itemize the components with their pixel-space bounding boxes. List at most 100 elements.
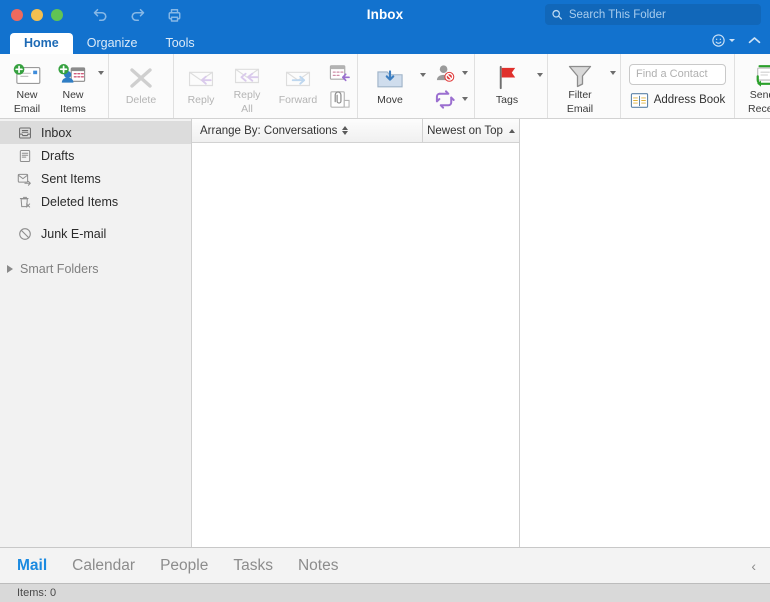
ribbon-group-tags: Tags [474, 54, 547, 118]
nav-people[interactable]: People [160, 557, 208, 575]
junk-email-icon [17, 226, 32, 241]
status-item-count: Items: 0 [17, 587, 56, 599]
sidebar-item-smart-folders[interactable]: Smart Folders [0, 257, 191, 280]
sort-updown-icon [342, 126, 348, 135]
ribbon-group-filter: Filter Email [547, 54, 620, 118]
rules-dropdown-caret-icon[interactable] [462, 97, 468, 101]
meeting-reply-icon [328, 63, 351, 84]
main-body: Inbox Drafts [0, 119, 770, 547]
reply-all-label-line1: Reply [234, 90, 261, 102]
outlook-window: Inbox Home Organize Tools [0, 0, 770, 602]
reply-icon [186, 62, 216, 93]
smiley-face-icon [711, 33, 726, 48]
address-book-label: Address Book [654, 94, 726, 106]
nav-calendar[interactable]: Calendar [72, 557, 135, 575]
send-receive-label-line2: Receive [748, 104, 770, 116]
reply-button[interactable]: Reply [178, 57, 224, 115]
redo-icon[interactable] [128, 6, 147, 24]
filter-email-button[interactable]: Filter Email [552, 57, 608, 115]
status-bar: Items: 0 [0, 583, 770, 602]
new-items-label-line1: New [62, 90, 83, 102]
folder-sidebar: Inbox Drafts [0, 119, 192, 547]
tags-button[interactable]: Tags [479, 57, 535, 115]
junk-dropdown-caret-icon[interactable] [462, 71, 468, 75]
reply-all-button[interactable]: Reply All [224, 57, 270, 115]
sidebar-item-sent[interactable]: Sent Items [0, 167, 191, 190]
tab-tools[interactable]: Tools [151, 33, 208, 55]
sidebar-item-junk[interactable]: Junk E-mail [0, 222, 191, 245]
address-book-button[interactable]: Address Book [630, 92, 726, 109]
message-list[interactable] [192, 143, 519, 547]
undo-icon[interactable] [91, 6, 110, 24]
move-button[interactable]: Move [362, 57, 418, 115]
titlebar-tools [91, 6, 184, 24]
ribbon-group-find: Address Book [620, 54, 734, 118]
sidebar-item-sent-label: Sent Items [41, 172, 101, 186]
nav-tasks[interactable]: Tasks [233, 557, 273, 575]
ribbon-tabbar-right [711, 33, 762, 48]
minimize-window-button[interactable] [31, 9, 43, 21]
sidebar-item-inbox[interactable]: Inbox [0, 121, 191, 144]
filter-email-label-line1: Filter [568, 90, 591, 102]
tab-organize[interactable]: Organize [73, 33, 152, 55]
ribbon-group-sync: Send & Receive [734, 54, 770, 118]
print-icon[interactable] [165, 6, 184, 24]
close-window-button[interactable] [11, 9, 23, 21]
new-email-button[interactable]: New Email [4, 57, 50, 115]
move-folder-icon [375, 62, 405, 93]
ribbon-tab-bar: Home Organize Tools [0, 29, 770, 54]
search-icon [551, 8, 563, 21]
send-receive-icon [752, 62, 770, 88]
emoji-button[interactable] [711, 33, 735, 48]
forward-button[interactable]: Forward [270, 57, 326, 115]
reply-all-label-line2: All [241, 104, 253, 116]
sidebar-item-deleted[interactable]: Deleted Items [0, 190, 191, 213]
reading-pane [520, 119, 770, 547]
delete-button[interactable]: Delete [113, 57, 169, 115]
flag-icon [493, 62, 521, 93]
nav-mail[interactable]: Mail [17, 557, 47, 575]
search-field[interactable] [545, 4, 761, 25]
tab-home[interactable]: Home [10, 33, 73, 55]
search-input[interactable] [569, 9, 755, 21]
ribbon-toolbar: New Email New Items [0, 54, 770, 119]
tags-label: Tags [496, 95, 518, 107]
junk-button[interactable] [434, 63, 468, 84]
disclosure-triangle-icon[interactable] [7, 265, 13, 273]
move-dropdown-caret-icon[interactable] [420, 73, 426, 77]
ribbon-group-new: New Email New Items [0, 54, 108, 118]
ribbon-collapse-chevron-up-icon[interactable] [747, 35, 762, 46]
filter-email-dropdown-caret-icon[interactable] [610, 71, 616, 75]
attachment-button[interactable] [328, 89, 351, 110]
message-list-pane: Arrange By: Conversations Newest on Top [192, 119, 520, 547]
send-receive-button[interactable]: Send & Receive [739, 57, 770, 115]
zoom-window-button[interactable] [51, 9, 63, 21]
respond-mini-icons [326, 63, 353, 110]
send-receive-label-line1: Send & [750, 90, 770, 102]
traffic-lights [11, 9, 63, 21]
meeting-reply-button[interactable] [328, 63, 351, 84]
find-contact-field[interactable] [629, 64, 726, 85]
chevron-down-icon [729, 39, 735, 42]
collapse-nav-chevron-left-icon[interactable]: ‹ [751, 558, 756, 574]
ribbon-group-delete: Delete [108, 54, 173, 118]
new-items-label-line2: Items [60, 104, 86, 116]
sidebar-item-drafts[interactable]: Drafts [0, 144, 191, 167]
sent-items-icon [17, 171, 32, 186]
sidebar-item-deleted-label: Deleted Items [41, 195, 118, 209]
new-email-label-line1: New [16, 90, 37, 102]
reply-all-icon [232, 62, 262, 88]
message-list-header: Arrange By: Conversations Newest on Top [192, 119, 519, 143]
arrange-by-label: Arrange By: Conversations [200, 125, 337, 137]
find-contact-input[interactable] [636, 68, 719, 80]
forward-label: Forward [279, 95, 318, 107]
sidebar-spacer [0, 213, 191, 222]
new-items-button[interactable]: New Items [50, 57, 96, 115]
address-book-icon [630, 92, 649, 109]
tags-dropdown-caret-icon[interactable] [537, 73, 543, 77]
rules-button[interactable] [434, 89, 468, 110]
nav-notes[interactable]: Notes [298, 557, 339, 575]
new-items-dropdown-caret-icon[interactable] [98, 71, 104, 75]
sort-order-button[interactable]: Newest on Top [422, 119, 519, 142]
arrange-by-button[interactable]: Arrange By: Conversations [192, 119, 422, 142]
